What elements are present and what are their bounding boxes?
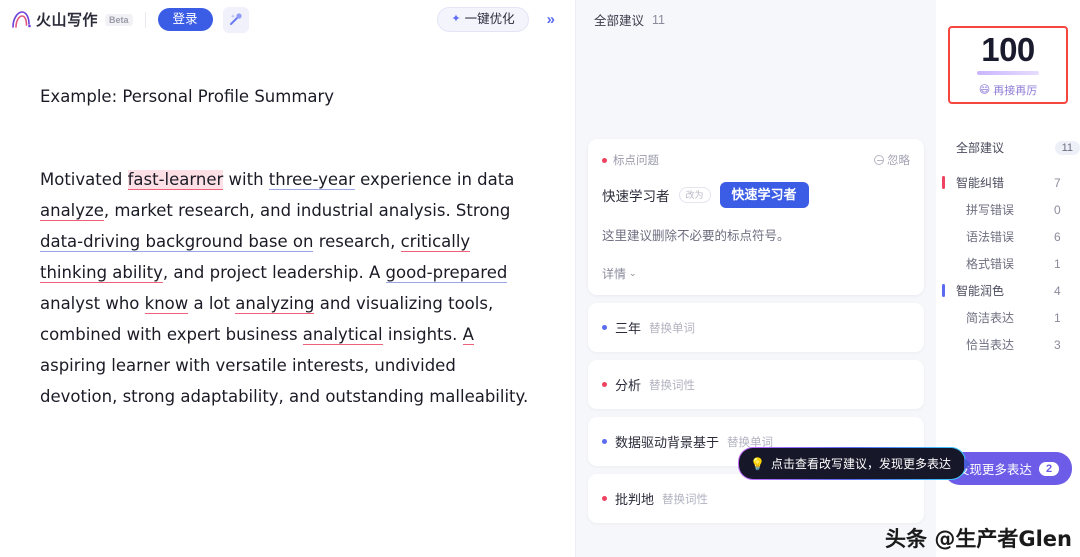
ignore-button[interactable]: 忽略 [874,152,910,168]
score-emoji-icon: 😄 [978,84,991,96]
apply-suggestion-button[interactable]: 快速学习者 [719,182,809,209]
card-tag-label: 标点问题 [613,155,659,167]
document-title: Example: Personal Profile Summary [40,87,335,106]
category-list: 全部建议 11 智能纠错 7 拼写错误 0 语法错误 6 格式错误 1 智能润色 4 简洁表达 1 恰当表达… [936,134,1080,358]
score-underline-decoration [977,70,1039,75]
severity-dot-icon [602,325,607,331]
document-paragraph: Motivated fast-learner with three-year e… [40,169,529,406]
category-indicator-bar [942,176,945,189]
category-count: 3 [1054,337,1061,352]
category-row-6[interactable]: 简洁表达 1 [936,304,1080,331]
suggestion-items-container: 三年 替换单词 分析 替换词性 数据驱动背景基于 替换单词 批判地 替换词性 [588,303,924,524]
editor-pane: 火山写作 Beta 登录 ✦ 一键优化 » Example: Personal … [0,0,576,557]
inline-suggestion-mark[interactable]: three-year [268,169,355,190]
suggestion-pane: 全部建议 11 标点问题 忽略 快速学习者 改为 快速学习者 这里建议删除不必要… [576,0,951,557]
category-count: 0 [1054,202,1061,217]
inline-suggestion-mark[interactable]: analyzing [235,293,315,314]
beta-badge: Beta [105,13,133,26]
category-label: 恰当表达 [966,338,1015,352]
score-caption: 😄 再接再厉 [979,82,1037,98]
inline-suggestion-mark[interactable]: analyze [40,200,104,221]
category-row-2[interactable]: 拼写错误 0 [936,196,1080,223]
tooltip-text: 点击查看改写建议，发现更多表达 [770,457,951,471]
inline-suggestion-mark[interactable]: know [144,293,189,314]
severity-dot-icon [602,157,607,163]
category-count: 11 [1054,140,1080,155]
inline-suggestion-mark[interactable]: A [462,324,474,345]
suggestion-item-word: 三年 [615,321,642,337]
category-count: 1 [1054,256,1061,271]
category-count: 7 [1054,175,1061,190]
suggestion-item-word: 数据驱动背景基于 [615,435,720,451]
category-label: 拼写错误 [966,203,1015,217]
suggestion-item-word: 分析 [615,378,642,394]
lightbulb-icon: 💡 [750,456,765,471]
replace-arrow-chip: 改为 [678,186,711,204]
one-click-optimize-button[interactable]: ✦ 一键优化 [437,7,529,32]
toolbar-divider [144,11,146,28]
app-root: 火山写作 Beta 登录 ✦ 一键优化 » Example: Personal … [0,0,1080,557]
document-editor[interactable]: Example: Personal Profile Summary Motiva… [0,39,575,557]
editor-toolbar: 火山写作 Beta 登录 ✦ 一键优化 » [0,0,575,39]
category-row-3[interactable]: 语法错误 6 [936,223,1080,250]
severity-dot-icon [602,382,607,388]
category-label: 全部建议 [956,141,1005,155]
suggestion-card-active[interactable]: 标点问题 忽略 快速学习者 改为 快速学习者 这里建议删除不必要的标点符号。 详… [588,139,924,296]
category-row-7[interactable]: 恰当表达 3 [936,331,1080,358]
category-indicator-bar [942,284,945,297]
volcano-logo-icon [10,10,32,30]
suggestion-header-title: 全部建议 [594,14,645,28]
category-row-4[interactable]: 格式错误 1 [936,250,1080,277]
suggestion-item-action: 替换单词 [649,322,696,335]
suggestion-item[interactable]: 批判地 替换词性 [588,474,924,524]
category-count: 6 [1054,229,1061,244]
severity-dot-icon [602,496,607,502]
brand-name: 火山写作 [36,12,99,29]
category-label: 语法错误 [966,230,1015,244]
suggestion-header-count: 11 [652,12,665,27]
category-label: 智能润色 [956,284,1005,298]
category-row-1[interactable]: 智能纠错 7 [936,169,1080,196]
collapse-panel-icon[interactable]: » [539,9,563,30]
severity-dot-icon [602,439,607,445]
brand-logo: 火山写作 Beta [10,9,133,30]
inline-suggestion-mark[interactable]: data-driving background base on [40,231,314,252]
card-replacement-row: 快速学习者 改为 快速学习者 [602,182,910,209]
suggestion-item[interactable]: 三年 替换单词 [588,303,924,353]
card-header: 标点问题 忽略 [602,152,910,168]
minus-circle-icon [874,155,884,165]
discover-count-badge: 2 [1038,461,1060,476]
rewrite-hint-tooltip: 💡 点击查看改写建议，发现更多表达 [738,447,966,480]
magic-wand-icon[interactable] [222,6,249,33]
suggestion-item-action: 替换词性 [662,493,709,506]
suggestion-item-word: 批判地 [615,492,655,508]
optimize-label: 一键优化 [464,12,515,27]
inline-suggestion-mark[interactable]: good-prepared [385,262,508,283]
ignore-label: 忽略 [887,155,910,167]
chevron-down-icon: ⌄ [629,268,637,279]
suggestion-item-action: 替换词性 [649,379,696,392]
category-label: 智能纠错 [956,176,1005,190]
score-label: 再接再厉 [993,84,1038,97]
category-label: 格式错误 [966,257,1015,271]
category-row-5[interactable]: 智能润色 4 [936,277,1080,304]
inline-suggestion-mark[interactable]: analytical [302,324,383,345]
suggestion-pane-header: 全部建议 11 [576,0,936,39]
category-count: 1 [1054,310,1061,325]
score-value: 100 [981,30,1035,68]
inline-suggestion-mark[interactable]: fast-learner [127,169,224,190]
category-row-0[interactable]: 全部建议 11 [936,134,1080,161]
card-description: 这里建议删除不必要的标点符号。 [602,229,790,244]
suggestion-item[interactable]: 分析 替换词性 [588,360,924,410]
score-card: 100 😄 再接再厉 [948,26,1068,104]
details-label: 详情 [602,267,627,282]
sparkle-icon: ✦ [451,13,461,25]
card-tag: 标点问题 [602,152,659,168]
watermark: 头条 @生产者Glen [885,527,1072,551]
card-details-toggle[interactable]: 详情 ⌄ [602,265,910,282]
category-label: 简洁表达 [966,311,1015,325]
category-count: 4 [1054,283,1061,298]
original-word: 快速学习者 [602,189,670,205]
login-button[interactable]: 登录 [157,8,213,31]
